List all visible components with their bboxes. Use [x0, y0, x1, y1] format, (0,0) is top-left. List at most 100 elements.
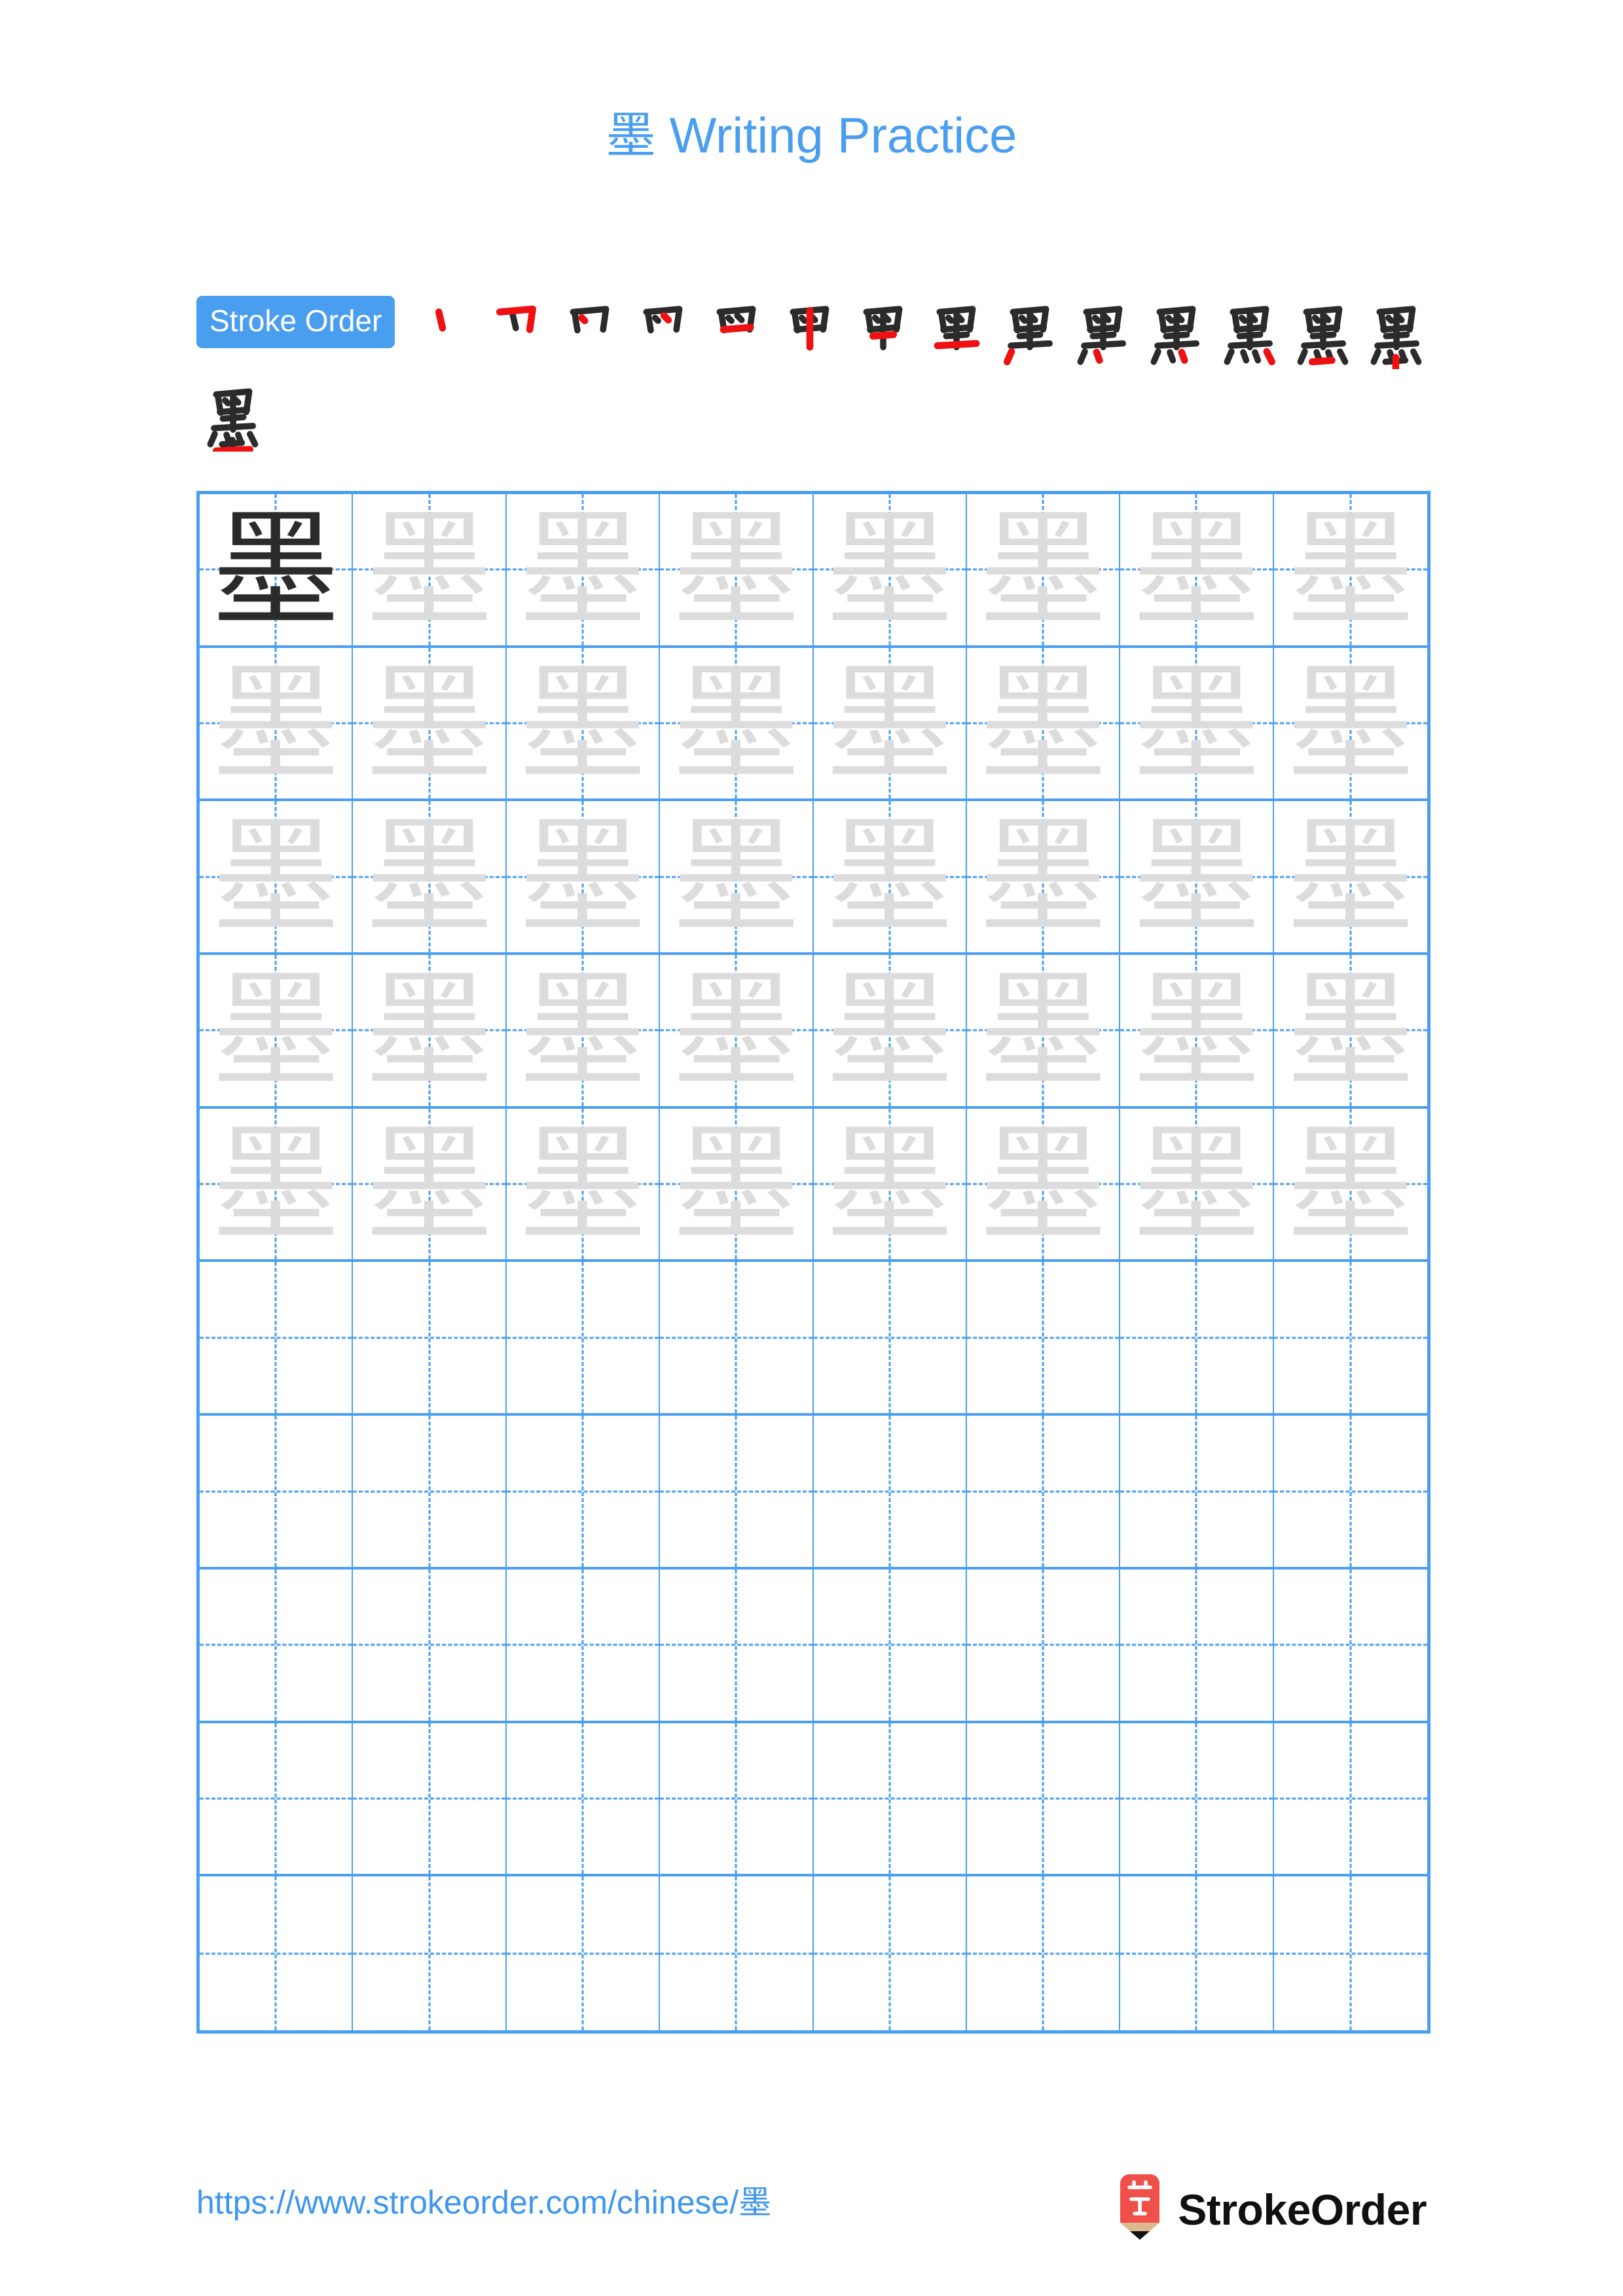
stroke-step-1	[407, 296, 480, 369]
trace-character: 墨	[211, 956, 340, 1105]
practice-cell[interactable]	[966, 1416, 1121, 1570]
practice-cell[interactable]: 墨	[813, 801, 967, 956]
practice-cell[interactable]: 墨	[813, 1108, 967, 1263]
practice-cell[interactable]	[660, 1723, 814, 1877]
practice-cell[interactable]	[353, 1416, 507, 1570]
practice-cell[interactable]	[966, 1723, 1121, 1877]
practice-cell[interactable]: 墨	[353, 647, 507, 802]
practice-cell[interactable]	[1120, 1569, 1274, 1723]
trace-character: 墨	[519, 649, 647, 798]
practice-cell[interactable]: 墨	[353, 801, 507, 956]
practice-cell[interactable]	[813, 1723, 967, 1877]
practice-cell[interactable]: 墨	[1120, 955, 1274, 1109]
practice-cell[interactable]	[660, 1876, 814, 2030]
practice-cell[interactable]: 墨	[966, 494, 1121, 648]
practice-cell[interactable]: 墨	[660, 1108, 814, 1263]
practice-cell[interactable]: 墨	[1120, 647, 1274, 802]
practice-cell[interactable]	[200, 1876, 354, 2030]
practice-cell[interactable]	[813, 1569, 967, 1723]
practice-cell[interactable]	[966, 1262, 1121, 1416]
practice-cell[interactable]: 墨	[1120, 494, 1274, 648]
practice-cell[interactable]: 墨	[966, 1108, 1121, 1263]
practice-cell[interactable]: 墨	[660, 494, 814, 648]
practice-cell[interactable]	[200, 1416, 354, 1570]
trace-character: 墨	[1286, 495, 1415, 644]
footer-url[interactable]: https://www.strokeorder.com/chinese/墨	[196, 2186, 771, 2219]
practice-cell[interactable]: 墨	[506, 801, 661, 956]
practice-cell[interactable]: 墨	[813, 955, 967, 1109]
practice-cell[interactable]: 墨	[660, 647, 814, 802]
stroke-step-6	[773, 296, 847, 369]
practice-cell[interactable]	[1120, 1723, 1274, 1877]
practice-cell[interactable]	[1120, 1262, 1274, 1416]
practice-cell[interactable]	[506, 1262, 661, 1416]
practice-cell[interactable]	[967, 1876, 1121, 2030]
practice-cell[interactable]: 墨	[200, 801, 354, 956]
practice-cell[interactable]: 墨	[813, 494, 967, 648]
practice-cell[interactable]	[1120, 1876, 1274, 2030]
practice-cell[interactable]	[660, 1262, 814, 1416]
trace-character: 墨	[1286, 956, 1415, 1105]
practice-cell[interactable]	[200, 1569, 354, 1723]
practice-cell[interactable]: 墨	[1273, 648, 1427, 802]
trace-character: 墨	[519, 1109, 647, 1259]
practice-cell[interactable]: 墨	[200, 647, 354, 802]
practice-cell[interactable]: 墨	[200, 494, 354, 648]
practice-cell[interactable]	[814, 1876, 967, 2030]
stroke-order-section: Stroke Order	[196, 296, 1434, 461]
practice-cell[interactable]	[1273, 1262, 1427, 1416]
practice-cell[interactable]: 墨	[966, 801, 1121, 956]
practice-cell[interactable]	[813, 1416, 967, 1570]
practice-cell[interactable]	[1273, 1723, 1427, 1877]
trace-character: 墨	[672, 802, 800, 952]
practice-cell[interactable]: 墨	[506, 955, 661, 1109]
trace-character: 墨	[519, 956, 647, 1105]
practice-cell[interactable]: 墨	[966, 647, 1121, 802]
footer-logo[interactable]: StrokeOrder	[1116, 2173, 1427, 2246]
practice-cell[interactable]	[507, 1876, 661, 2030]
practice-cell[interactable]	[200, 1262, 354, 1416]
practice-cell[interactable]	[353, 1876, 507, 2030]
practice-cell[interactable]: 墨	[1273, 494, 1427, 648]
trace-character: 墨	[211, 649, 340, 798]
practice-cell[interactable]	[966, 1569, 1121, 1723]
practice-cell[interactable]: 墨	[1273, 955, 1427, 1109]
practice-cell[interactable]	[200, 1723, 354, 1877]
practice-cell[interactable]: 墨	[353, 955, 507, 1109]
practice-cell[interactable]	[506, 1723, 661, 1877]
practice-cell[interactable]	[353, 1569, 507, 1723]
practice-cell[interactable]: 墨	[353, 1108, 507, 1263]
practice-cell[interactable]	[1274, 1876, 1427, 2030]
trace-character: 墨	[826, 956, 954, 1105]
trace-character: 墨	[826, 495, 954, 644]
practice-cell[interactable]: 墨	[506, 647, 661, 802]
practice-cell[interactable]	[660, 1416, 814, 1570]
practice-cell[interactable]	[1273, 1416, 1427, 1570]
practice-cell[interactable]: 墨	[813, 647, 967, 802]
practice-cell[interactable]: 墨	[506, 494, 661, 648]
practice-cell[interactable]: 墨	[1273, 1109, 1427, 1263]
practice-cell[interactable]	[506, 1416, 661, 1570]
practice-cell[interactable]: 墨	[1120, 801, 1274, 956]
practice-cell[interactable]: 墨	[200, 1108, 354, 1263]
practice-cell[interactable]: 墨	[1120, 1108, 1274, 1263]
trace-character: 墨	[365, 649, 494, 798]
practice-cell[interactable]	[660, 1569, 814, 1723]
trace-character: 墨	[1132, 1109, 1260, 1259]
practice-cell[interactable]: 墨	[353, 494, 507, 648]
stroke-order-sequence: Stroke Order	[196, 296, 1434, 461]
practice-cell[interactable]: 墨	[200, 955, 354, 1109]
practice-cell[interactable]	[1120, 1416, 1274, 1570]
practice-cell[interactable]	[353, 1262, 507, 1416]
trace-character: 墨	[1132, 956, 1260, 1105]
practice-cell[interactable]: 墨	[660, 801, 814, 956]
practice-cell[interactable]: 墨	[506, 1108, 661, 1263]
page-title-suffix: Writing Practice	[655, 108, 1017, 164]
practice-cell[interactable]: 墨	[660, 955, 814, 1109]
practice-cell[interactable]: 墨	[966, 955, 1121, 1109]
practice-cell[interactable]	[813, 1262, 967, 1416]
practice-cell[interactable]	[506, 1569, 661, 1723]
practice-cell[interactable]	[353, 1723, 507, 1877]
practice-cell[interactable]: 墨	[1273, 801, 1427, 956]
practice-cell[interactable]	[1273, 1570, 1427, 1723]
